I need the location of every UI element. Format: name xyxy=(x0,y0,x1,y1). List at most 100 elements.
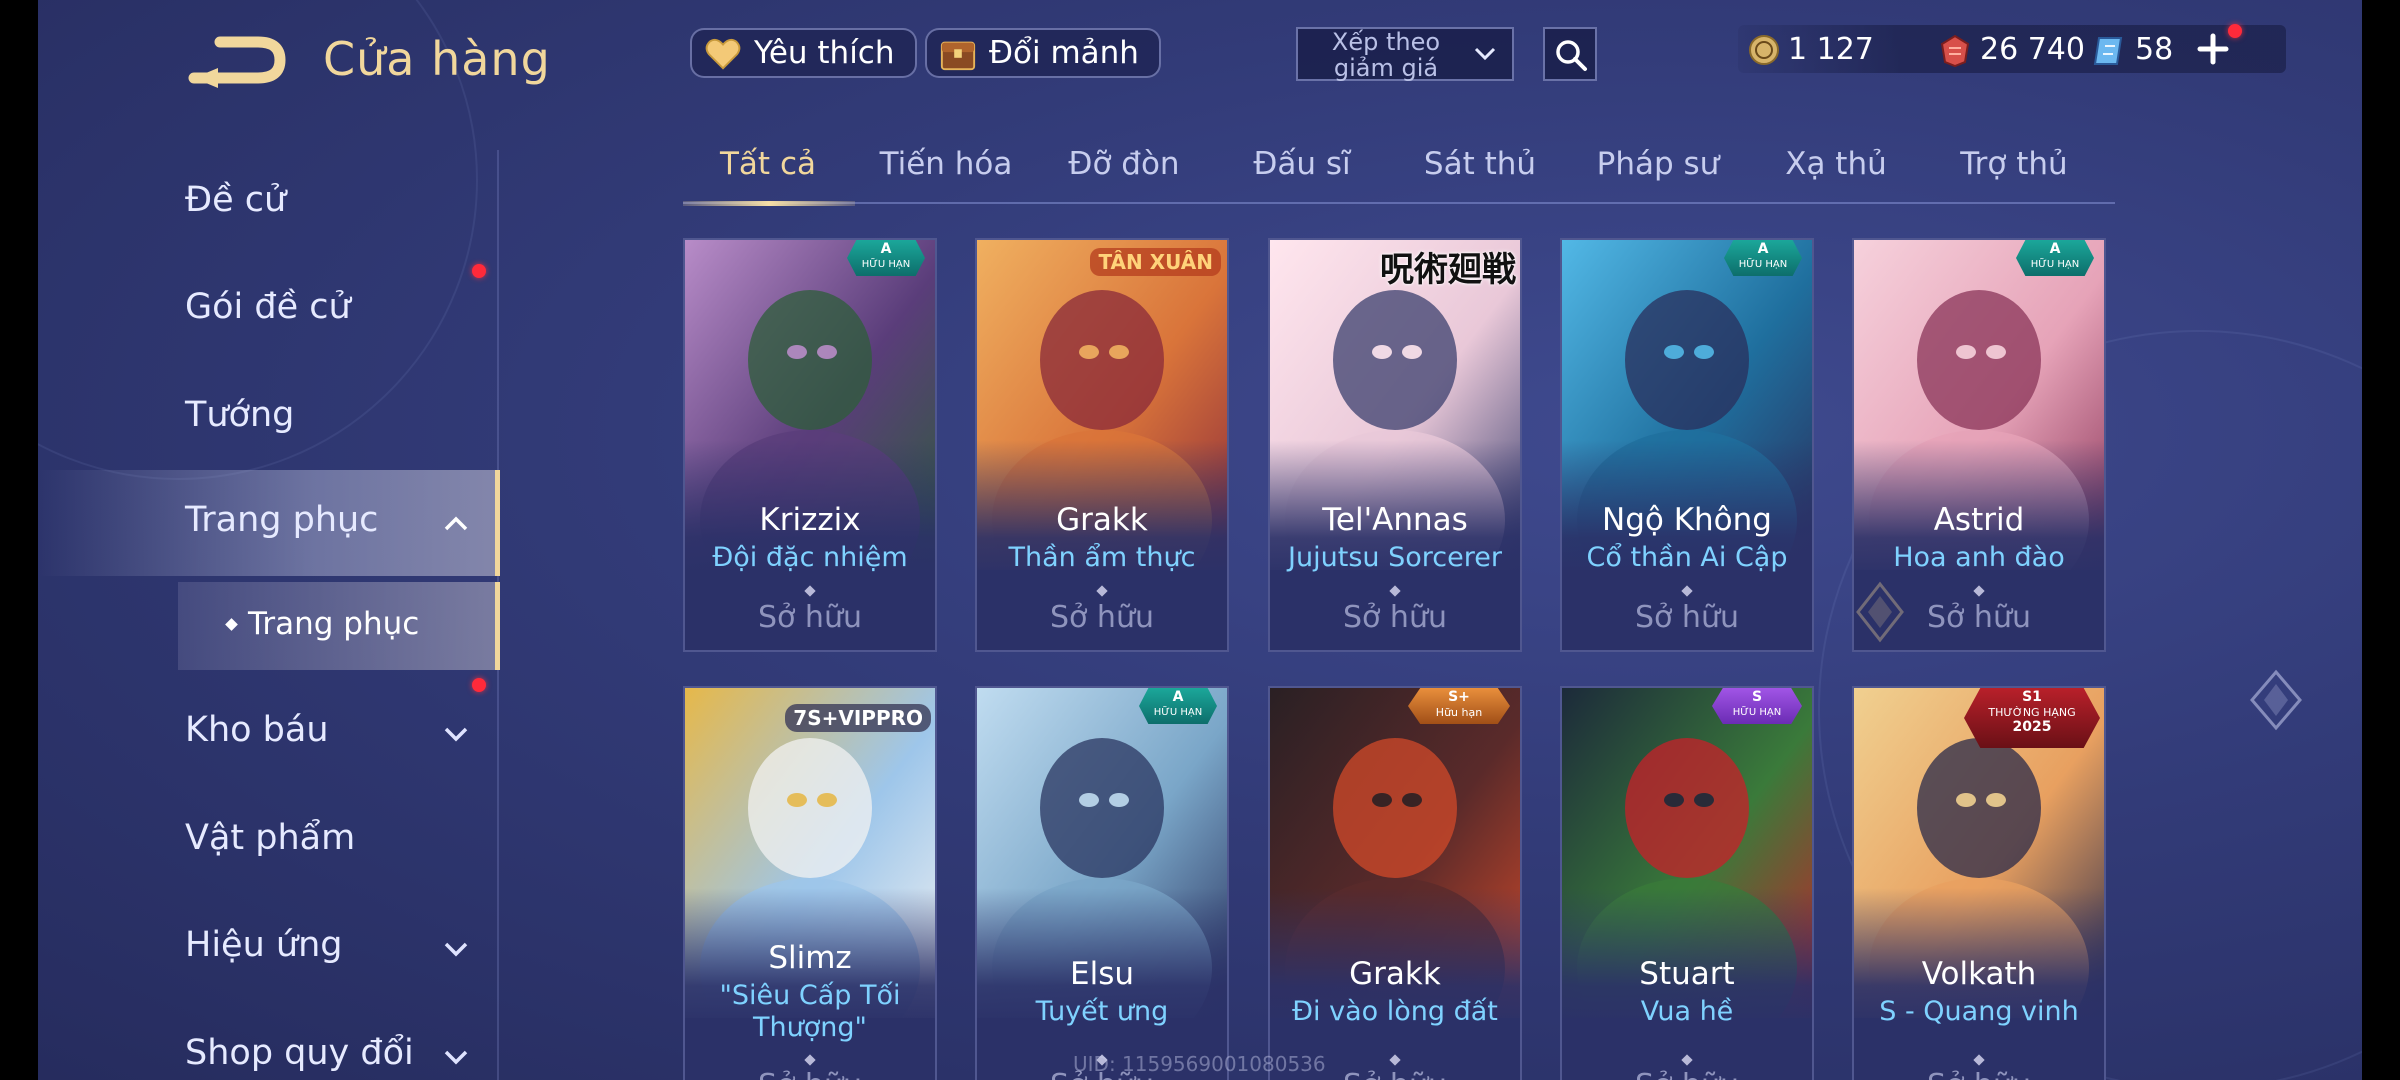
rarity-badge: S1 THƯỜNG HẠNG 2025 xyxy=(1964,688,2100,748)
red-voucher-balance[interactable]: 26 740 xyxy=(1938,27,2085,73)
favorites-button[interactable]: Yêu thích xyxy=(690,28,917,78)
floating-diamond-icon xyxy=(1848,580,1912,644)
ownership-status: Sở hữu xyxy=(1854,1068,2104,1080)
badge-grade: S+ xyxy=(1448,689,1470,705)
tab-marksman[interactable]: Xạ thủ xyxy=(1751,146,1921,182)
sidebar-item-label: Tướng xyxy=(185,395,295,435)
badge-text: Hữu hạn xyxy=(1435,706,1483,719)
skin-card[interactable]: A HỮU HẠN Krizzix Đội đặc nhiệm Sở hữu xyxy=(683,238,937,652)
skin-card[interactable]: TÂN XUÂN Grakk Thần ẩm thực Sở hữu xyxy=(975,238,1229,652)
ownership-status: Sở hữu xyxy=(1343,600,1447,635)
sidebar-item-label: Đề cử xyxy=(185,180,287,220)
sidebar-item-exchange-shop[interactable]: Shop quy đổi xyxy=(38,1003,500,1080)
sidebar-item-heroes[interactable]: Tướng xyxy=(38,365,500,471)
separator-gem-icon xyxy=(1681,1054,1693,1066)
separator-gem-icon xyxy=(1973,1054,1985,1066)
skin-name: Hoa anh đào xyxy=(1893,542,2065,573)
sidebar-item-recommended[interactable]: Đề cử xyxy=(38,150,500,256)
hero-name: Grakk xyxy=(1349,956,1441,992)
badge-grade: A xyxy=(1172,689,1184,705)
skin-card[interactable]: S1THƯỜNG HẠNG2025 Volkath S - Quang vinh Sở… xyxy=(1852,686,2106,1080)
hero-name: Krizzix xyxy=(759,502,861,538)
sidebar-item-skins[interactable]: Trang phục xyxy=(38,470,500,576)
separator-gem-icon xyxy=(804,585,816,597)
blue-voucher-balance[interactable]: 58 xyxy=(2093,27,2173,73)
gold-coin-icon xyxy=(1749,35,1779,65)
tab-label: Tất cả xyxy=(720,146,816,182)
skin-name: Vua hề xyxy=(1640,996,1734,1027)
sidebar-subitem-skins[interactable]: Trang phục xyxy=(178,582,500,670)
sidebar-item-items[interactable]: Vật phẩm xyxy=(38,788,500,894)
hero-name: Stuart xyxy=(1639,956,1735,992)
rarity-badge: S HỮU HẠN xyxy=(1712,688,1802,724)
separator-gem-icon xyxy=(1389,1054,1401,1066)
search-icon xyxy=(1556,40,1587,71)
sort-selected-value: Xếp theo giảm giá xyxy=(1331,28,1441,82)
tab-support[interactable]: Trợ thủ xyxy=(1929,146,2099,182)
ownership-status: Sở hữu xyxy=(685,1068,935,1080)
skin-card[interactable]: S HỮU HẠN Stuart Vua hề Sở hữu xyxy=(1560,686,1814,1080)
hero-name: Elsu xyxy=(1070,956,1134,992)
sidebar-item-label: Gói đề cử xyxy=(185,287,351,327)
badge-grade: S xyxy=(1751,689,1763,705)
chevron-down-icon xyxy=(444,1050,468,1065)
gold-coin-value: 1 127 xyxy=(1788,32,1874,67)
search-button[interactable] xyxy=(1543,27,1597,81)
skin-name: Đội đặc nhiệm xyxy=(712,542,908,573)
rarity-badge: A HỮU HẠN xyxy=(1139,688,1217,724)
page-title: Cửa hàng xyxy=(323,32,551,86)
sidebar: Đề cử Gói đề cử Tướng Trang phục Trang p… xyxy=(38,150,500,1080)
hero-name: Tel'Annas xyxy=(1322,502,1468,538)
skin-card[interactable]: A HỮU HẠN Ngộ Không Cổ thần Ai Cập Sở hữu xyxy=(1560,238,1814,652)
sidebar-item-label: Vật phẩm xyxy=(185,818,356,858)
notification-dot xyxy=(2228,24,2242,38)
back-button[interactable] xyxy=(188,30,288,90)
tab-evolution[interactable]: Tiến hóa xyxy=(861,146,1031,182)
skin-name: Thần ẩm thực xyxy=(1008,542,1196,573)
sidebar-item-recommended-packs[interactable]: Gói đề cử xyxy=(38,257,500,363)
exchange-label: Đổi mảnh xyxy=(989,35,1139,71)
badge-text: THƯỜNG HẠNG xyxy=(1988,706,2076,719)
skin-name: "Siêu Cấp Tối Thượng" xyxy=(719,980,901,1043)
sidebar-item-effects[interactable]: Hiệu ứng xyxy=(38,895,500,1001)
treasure-chest-icon xyxy=(940,41,976,71)
ownership-status: Sở hữu xyxy=(1562,1068,1812,1080)
uid-watermark: UID: 1159569001080536 xyxy=(1073,1052,1326,1076)
badge-grade: A xyxy=(1757,241,1769,257)
sidebar-item-treasure[interactable]: Kho báu xyxy=(38,680,500,786)
chevron-down-icon xyxy=(444,942,468,957)
badge-text: HỮU HẠN xyxy=(861,259,911,270)
separator-gem-icon xyxy=(1096,585,1108,597)
hero-name: Volkath xyxy=(1921,956,2037,992)
sidebar-item-label: Shop quy đổi xyxy=(185,1033,414,1073)
floating-diamond-icon[interactable] xyxy=(2244,668,2308,732)
tab-all[interactable]: Tất cả xyxy=(683,146,853,182)
sidebar-item-label: Hiệu ứng xyxy=(185,925,343,965)
chevron-up-icon xyxy=(444,516,468,531)
separator-gem-icon xyxy=(804,1054,816,1066)
category-tabs: Tất cả Tiến hóa Đỡ đòn Đấu sĩ Sát thủ Ph… xyxy=(683,140,2115,206)
event-badge: 7S+VIPPRO xyxy=(785,704,931,732)
gold-coin-balance[interactable]: 1 127 xyxy=(1748,27,1874,73)
exchange-shards-button[interactable]: Đổi mảnh xyxy=(925,28,1161,78)
skin-card[interactable]: 呪術廻戦 Tel'Annas Jujutsu Sorcerer Sở hữu xyxy=(1268,238,1522,652)
back-arrow-icon xyxy=(188,36,286,88)
sidebar-item-label: Trang phục xyxy=(185,500,379,540)
tab-tank[interactable]: Đỡ đòn xyxy=(1039,146,1209,182)
skin-card[interactable]: S+Hữu hạnGrakkĐi vào lòng đấtSở hữu xyxy=(1268,686,1522,1080)
skin-card[interactable]: 7S+VIPPRO Slimz "Siêu Cấp Tối Thượng" Sở hữ… xyxy=(683,686,937,1080)
skin-name: Tuyết ưng xyxy=(1035,996,1169,1027)
hero-name: Grakk xyxy=(1056,502,1148,538)
chevron-down-icon xyxy=(444,727,468,742)
separator-gem-icon xyxy=(1389,585,1401,597)
skin-card[interactable]: AHỮU HẠNElsuTuyết ưngSở hữu xyxy=(975,686,1229,1080)
tab-fighter[interactable]: Đấu sĩ xyxy=(1217,146,1387,182)
sort-dropdown[interactable]: Xếp theo giảm giá xyxy=(1296,27,1514,81)
tab-label: Đỡ đòn xyxy=(1068,146,1180,182)
active-tab-indicator xyxy=(683,201,855,206)
rarity-badge: S+ Hữu hạn xyxy=(1408,688,1510,724)
tab-mage[interactable]: Pháp sư xyxy=(1573,146,1743,182)
chevron-down-icon xyxy=(1474,47,1496,61)
skin-name: Jujutsu Sorcerer xyxy=(1288,542,1502,573)
tab-assassin[interactable]: Sát thủ xyxy=(1395,146,1565,182)
